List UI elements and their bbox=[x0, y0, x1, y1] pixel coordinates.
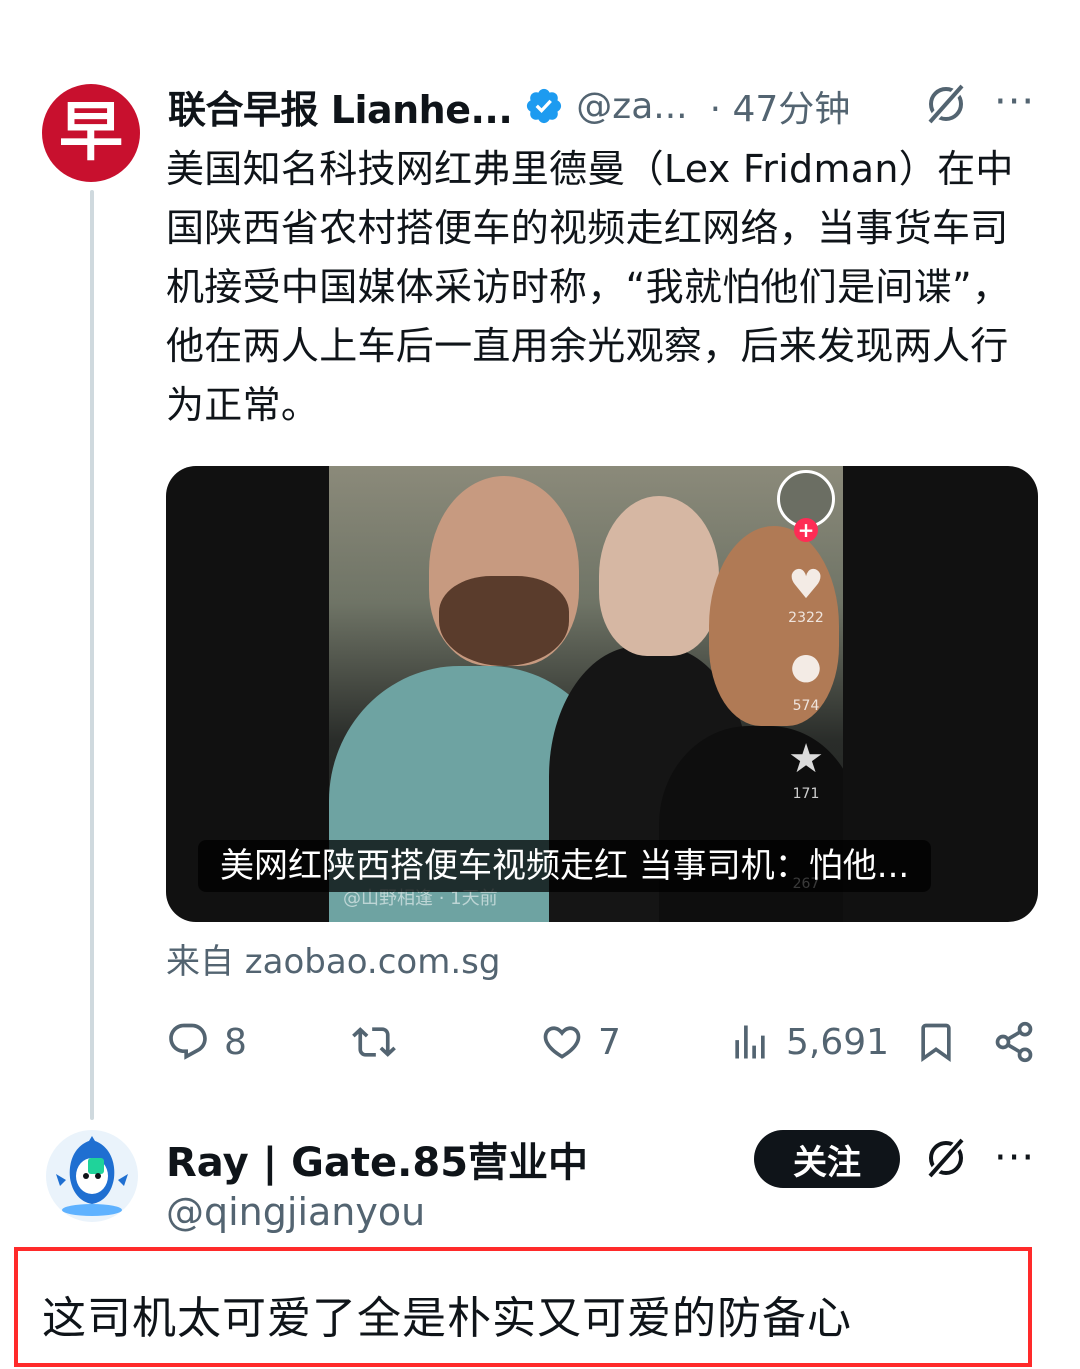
avatar-logo-char: 早 bbox=[59, 95, 123, 170]
verified-badge-icon bbox=[527, 88, 562, 124]
link-source[interactable]: 来自 zaobao.com.sg bbox=[166, 934, 500, 983]
retweet-icon bbox=[352, 1027, 396, 1057]
avatar-zaobao[interactable]: 早 bbox=[42, 84, 140, 182]
like-button[interactable]: 7 bbox=[540, 1016, 621, 1068]
more-icon[interactable]: ··· bbox=[994, 82, 1035, 122]
star-count: 171 bbox=[792, 786, 820, 802]
grok-icon[interactable] bbox=[922, 80, 970, 128]
tweet-text: 美国知名科技网红弗里德曼（Lex Fridman）在中国陕西省农村搭便车的视频走… bbox=[166, 147, 1014, 427]
display-name[interactable]: 联合早报 Lianhe... bbox=[168, 79, 513, 134]
handle[interactable]: @qingjianyou bbox=[166, 1190, 425, 1234]
views-icon bbox=[735, 1025, 765, 1059]
mascot-avatar-icon bbox=[56, 1136, 128, 1216]
heart-icon: ♥ bbox=[788, 562, 824, 608]
more-icon[interactable]: ··· bbox=[994, 1138, 1035, 1178]
views-count: 5,691 bbox=[786, 1021, 890, 1063]
like-count: 2322 bbox=[788, 610, 824, 626]
action-bar: 8 7 5,691 bbox=[166, 1016, 1040, 1068]
media-card[interactable]: + ♥ 2322 ● 574 ★ 171 267 @山野相逢 · 1天前 美网红… bbox=[166, 466, 1038, 922]
photo-figure bbox=[599, 496, 719, 656]
share-icon bbox=[995, 1021, 1033, 1063]
follow-button[interactable]: 关注 bbox=[754, 1130, 900, 1188]
comment-icon: ● bbox=[790, 646, 822, 687]
bookmark-button[interactable] bbox=[914, 1016, 958, 1068]
like-count: 7 bbox=[598, 1021, 621, 1063]
reply-button[interactable]: 8 bbox=[166, 1016, 247, 1068]
handle[interactable]: @za... bbox=[576, 86, 687, 127]
grok-icon[interactable] bbox=[922, 1134, 970, 1182]
photo-figure bbox=[439, 576, 569, 666]
reply-text: 这司机太可爱了全是朴实又可爱的防备心 bbox=[42, 1293, 852, 1344]
avatar-ray[interactable] bbox=[46, 1130, 138, 1222]
like-icon bbox=[543, 1026, 581, 1059]
timestamp[interactable]: · 47分钟 bbox=[710, 80, 851, 132]
media-caption: 美网红陕西搭便车视频走红 当事司机：怕他... bbox=[198, 840, 932, 892]
reply-icon bbox=[169, 1023, 207, 1060]
follow-plus-icon: + bbox=[794, 518, 818, 542]
comment-count: 574 bbox=[792, 698, 820, 714]
photo-figure bbox=[709, 526, 839, 726]
bookmark-icon bbox=[921, 1023, 951, 1063]
tweet-header: 联合早报 Lianhe... @za... · 47分钟 bbox=[168, 78, 850, 134]
retweet-button[interactable] bbox=[352, 1016, 410, 1068]
views-button[interactable]: 5,691 bbox=[728, 1016, 889, 1068]
share-button[interactable] bbox=[992, 1016, 1036, 1068]
thread-line bbox=[90, 190, 94, 1120]
star-icon: ★ bbox=[788, 736, 824, 782]
reply-count: 8 bbox=[224, 1021, 247, 1063]
display-name[interactable]: Ray | Gate.85营业中 bbox=[166, 1130, 588, 1188]
